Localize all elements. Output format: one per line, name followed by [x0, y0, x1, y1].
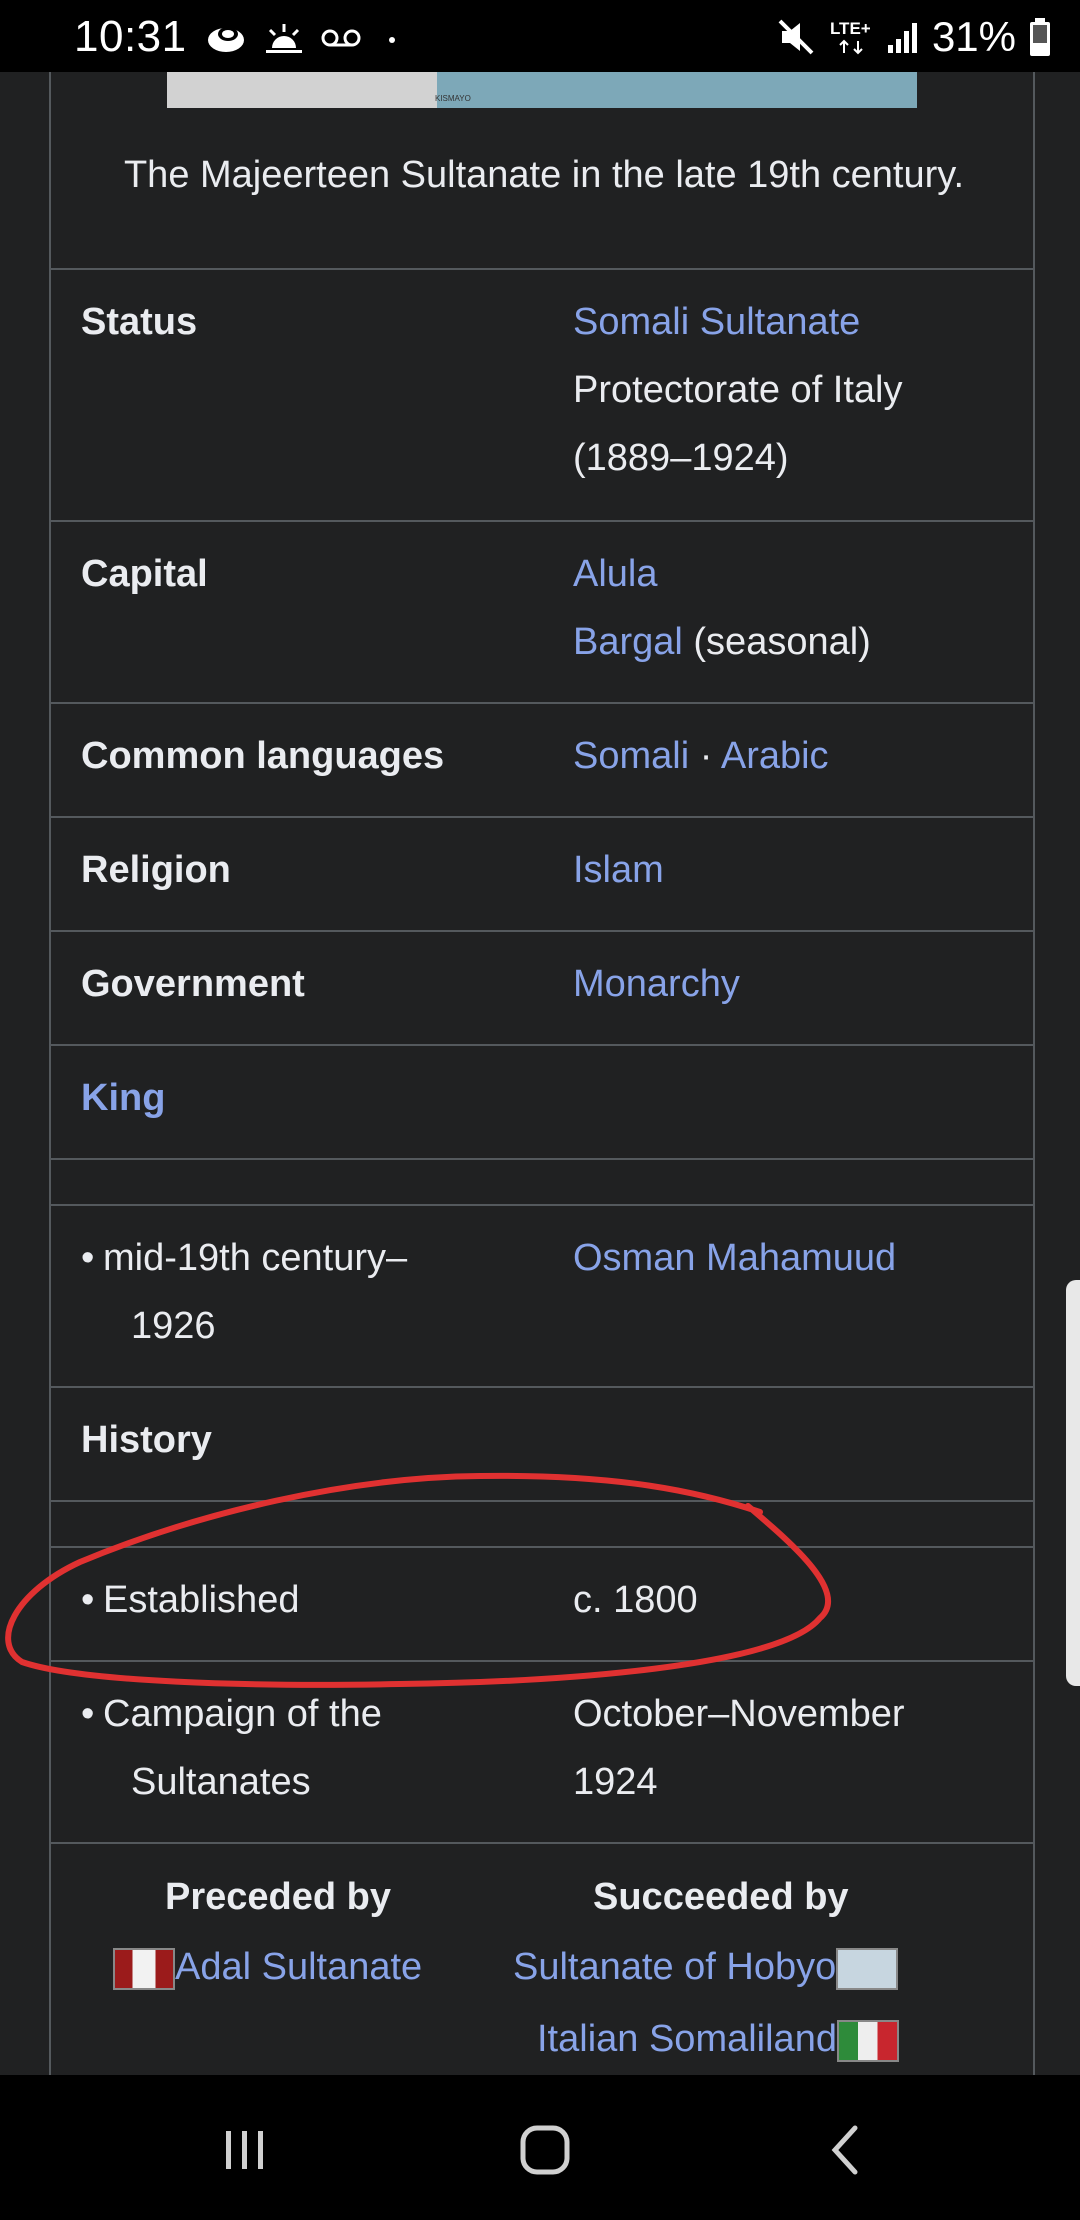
row-languages: Common languages Somali · Arabic	[49, 702, 1035, 816]
value-campaign: October–November 1924	[573, 1693, 905, 1803]
separator-dot: ·	[699, 735, 713, 777]
infobox-rows: Status Somali Sultanate Protectorate of …	[49, 268, 1035, 1844]
label-religion: Religion	[81, 849, 231, 891]
row-king-entry: • mid-19th century– 1926 Osman Mahamuud	[49, 1204, 1035, 1386]
link-arabic[interactable]: Arabic	[721, 735, 829, 777]
row-spacer-2	[49, 1500, 1035, 1546]
value-established: c. 1800	[573, 1579, 698, 1621]
mute-icon	[778, 19, 814, 55]
recent-apps-button[interactable]	[200, 2105, 290, 2195]
value-languages: Somali · Arabic	[573, 722, 1013, 790]
battery-percent: 31%	[931, 13, 1016, 60]
link-italian-somaliland[interactable]: Italian Somaliland	[537, 2018, 837, 2060]
label-campaign: • Campaign of the Sultanates	[81, 1693, 382, 1803]
label-capital: Capital	[81, 553, 208, 595]
recent-apps-icon	[226, 2131, 263, 2169]
home-icon	[520, 2125, 570, 2175]
preceded-by-label: Preceded by	[165, 1876, 391, 1918]
adal-flag-icon	[113, 1947, 175, 1990]
back-icon	[831, 2125, 858, 2175]
network-indicator: LTE+	[828, 17, 874, 57]
value-status: Somali Sultanate Protectorate of Italy (…	[573, 288, 1013, 492]
row-history: History	[49, 1386, 1035, 1500]
data-arrows-icon	[839, 39, 863, 55]
navigation-bar	[0, 2075, 1080, 2220]
row-established: • Established c. 1800	[49, 1546, 1035, 1660]
label-status: Status	[81, 301, 198, 343]
link-sultanate-of-hobyo[interactable]: Sultanate of Hobyo	[513, 1946, 836, 1988]
voicemail-icon	[321, 29, 361, 47]
status-time: 10:31	[74, 12, 187, 61]
link-king[interactable]: King	[81, 1064, 165, 1132]
italian-somaliland-flag-icon	[836, 2019, 899, 2062]
map-image[interactable]: KISMAYO	[167, 72, 917, 108]
image-caption: The Majeerteen Sultanate in the late 19t…	[123, 154, 965, 196]
hobyo-flag-icon	[836, 1947, 899, 1990]
dot-icon	[389, 37, 395, 43]
home-button[interactable]	[500, 2105, 590, 2195]
value-capital: Alula Bargal (seasonal)	[573, 540, 1013, 676]
row-government: Government Monarchy	[49, 930, 1035, 1044]
back-button[interactable]	[800, 2105, 890, 2195]
row-religion: Religion Islam	[49, 816, 1035, 930]
article-content[interactable]: KISMAYO The Majeerteen Sultanate in the …	[0, 72, 1080, 2075]
status-bar: 10:31 LTE+ 31%	[0, 0, 1080, 72]
link-islam[interactable]: Islam	[573, 849, 664, 891]
label-languages: Common languages	[81, 735, 445, 777]
link-alula[interactable]: Alula	[573, 553, 658, 595]
link-bargal[interactable]: Bargal	[573, 621, 683, 663]
status-text: Protectorate of Italy (1889–1924)	[573, 369, 903, 479]
cloud-eye-icon	[208, 27, 244, 52]
sunrise-icon	[266, 24, 302, 53]
signal-icon	[887, 23, 917, 53]
row-campaign: • Campaign of the Sultanates October–Nove…	[49, 1660, 1035, 1844]
row-status: Status Somali Sultanate Protectorate of …	[49, 268, 1035, 520]
battery-icon	[1030, 18, 1050, 56]
label-established: • Established	[81, 1579, 300, 1621]
link-somali[interactable]: Somali	[573, 735, 689, 777]
notification-icons	[204, 18, 398, 58]
row-king: King	[49, 1044, 1035, 1158]
row-capital: Capital Alula Bargal (seasonal)	[49, 520, 1035, 702]
map-label: KISMAYO	[435, 94, 471, 103]
capital-note: (seasonal)	[693, 621, 871, 663]
scrollbar[interactable]	[1066, 1280, 1080, 1686]
link-monarchy[interactable]: Monarchy	[573, 963, 740, 1005]
link-adal-sultanate[interactable]: Adal Sultanate	[175, 1946, 422, 1988]
succeeded-by-label: Succeeded by	[593, 1876, 849, 1918]
label-government: Government	[81, 963, 305, 1005]
king-period: • mid-19th century– 1926	[81, 1237, 408, 1347]
label-history: History	[81, 1419, 212, 1461]
link-osman-mahamuud[interactable]: Osman Mahamuud	[573, 1237, 896, 1279]
row-spacer-1	[49, 1158, 1035, 1204]
link-somali-sultanate[interactable]: Somali Sultanate	[573, 301, 860, 343]
